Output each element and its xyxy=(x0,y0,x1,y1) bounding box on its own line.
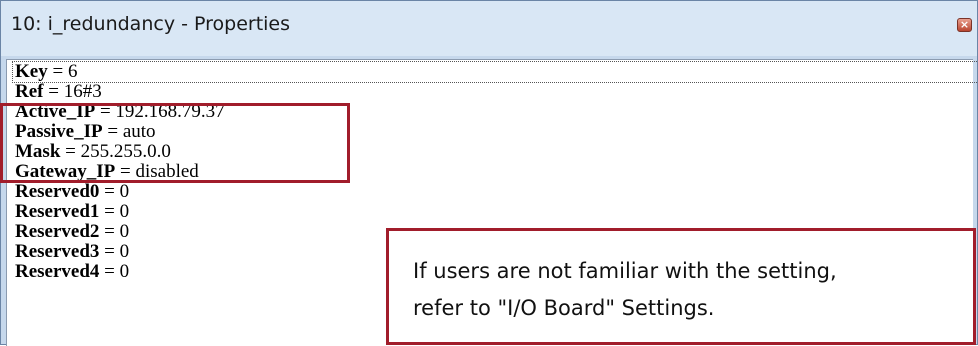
annotation-line-2: refer to "I/O Board" Settings. xyxy=(413,296,715,320)
title-bar[interactable]: 10: i_redundancy - Properties × xyxy=(1,1,977,56)
property-row-reserved2[interactable]: Reserved2 = 0 xyxy=(15,222,129,242)
property-value: 0 xyxy=(119,261,130,282)
annotation-text: If users are not familiar with the setti… xyxy=(413,253,837,327)
window-title: 10: i_redundancy - Properties xyxy=(11,13,291,35)
property-row-reserved4[interactable]: Reserved4 = 0 xyxy=(15,262,129,282)
property-value: 0 xyxy=(119,241,130,262)
property-key: Ref xyxy=(15,81,44,102)
ip-settings-highlight-box xyxy=(0,103,350,183)
property-row-reserved1[interactable]: Reserved1 = 0 xyxy=(15,202,129,222)
property-separator: = xyxy=(99,181,120,202)
property-value: 0 xyxy=(119,181,130,202)
property-key: Reserved0 xyxy=(15,181,100,202)
property-separator: = xyxy=(99,221,120,242)
property-separator: = xyxy=(99,261,120,282)
property-row-reserved3[interactable]: Reserved3 = 0 xyxy=(15,242,129,262)
property-value: 0 xyxy=(119,221,130,242)
close-icon[interactable]: × xyxy=(957,18,972,32)
property-key: Key xyxy=(15,61,48,82)
annotation-line-1: If users are not familiar with the setti… xyxy=(413,259,837,283)
property-value: 0 xyxy=(119,201,130,222)
property-value: 16#3 xyxy=(63,81,102,102)
property-separator: = xyxy=(99,241,120,262)
property-separator: = xyxy=(47,61,68,82)
property-row-ref[interactable]: Ref = 16#3 xyxy=(15,82,102,102)
property-value: 6 xyxy=(67,61,78,82)
property-row-key[interactable]: Key = 6 xyxy=(12,61,978,83)
property-row-reserved0[interactable]: Reserved0 = 0 xyxy=(15,182,129,202)
property-key: Reserved3 xyxy=(15,241,100,262)
property-key: Reserved1 xyxy=(15,201,100,222)
property-separator: = xyxy=(99,201,120,222)
property-key: Reserved4 xyxy=(15,261,100,282)
annotation-note: If users are not familiar with the setti… xyxy=(386,228,976,345)
property-key: Reserved2 xyxy=(15,221,100,242)
property-separator: = xyxy=(43,81,64,102)
